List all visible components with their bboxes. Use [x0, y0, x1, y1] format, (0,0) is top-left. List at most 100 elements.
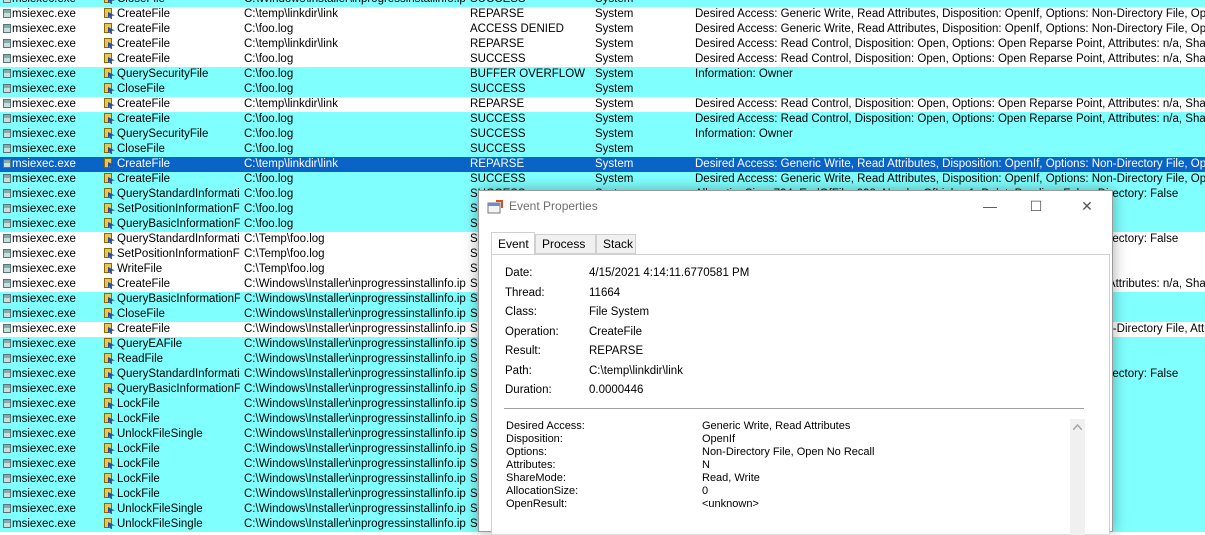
process-name-cell: msiexec.exe — [3, 0, 98, 7]
process-name-cell: msiexec.exe — [3, 67, 98, 82]
process-icon — [3, 384, 11, 393]
process-name: msiexec.exe — [12, 308, 76, 320]
path-cell: C:\Windows\Installer\inprogressinstallin… — [244, 503, 466, 515]
result-cell: REPARSE — [470, 158, 525, 170]
path-cell: C:\foo.log — [244, 53, 294, 65]
operation-name: CloseFile — [117, 308, 165, 320]
detail-cell: Desired Access: Read Control, Dispositio… — [695, 113, 1205, 125]
maximize-button[interactable]: ☐ — [1013, 191, 1059, 221]
detail-cell: Desired Access: Read Control, Dispositio… — [695, 53, 1205, 65]
path-cell: C:\Temp\foo.log — [244, 263, 325, 275]
minimize-button[interactable]: — — [967, 191, 1013, 221]
table-row[interactable]: msiexec.exe CreateFile C:\temp\linkdir\lin… — [0, 7, 1205, 22]
table-row[interactable]: msiexec.exe CreateFile C:\foo.log SUCCESS Sy… — [0, 172, 1205, 187]
process-name-cell: msiexec.exe — [3, 277, 98, 292]
process-name-cell: msiexec.exe — [3, 322, 98, 337]
process-name: msiexec.exe — [12, 383, 76, 395]
operation-name: QueryStandardInformatio... — [117, 188, 240, 200]
operation-cell: QuerySecurityFile — [103, 127, 240, 142]
file-operation-icon — [103, 487, 116, 499]
process-icon — [3, 129, 11, 138]
process-icon — [3, 489, 11, 498]
process-name-cell: msiexec.exe — [3, 142, 98, 157]
operation-cell: CloseFile — [103, 82, 240, 97]
minimize-icon: — — [983, 198, 997, 214]
detail-label: AllocationSize: — [506, 485, 579, 497]
process-name-cell: msiexec.exe — [3, 307, 98, 322]
result-cell: SUCCESS — [470, 83, 526, 95]
operation-name: QuerySecurityFile — [117, 128, 209, 140]
file-operation-icon — [103, 262, 116, 274]
file-operation-icon — [103, 202, 116, 214]
process-icon — [3, 324, 11, 333]
table-row[interactable]: msiexec.exe CreateFile C:\temp\linkdir\lin… — [0, 37, 1205, 52]
detail-cell: Desired Access: Read Control, Dispositio… — [695, 98, 1205, 110]
title-bar[interactable]: Event Properties — ☐ ✕ — [479, 191, 1112, 223]
tab-event[interactable]: Event — [491, 232, 535, 254]
operation-cell: LockFile — [103, 412, 240, 427]
path-cell: C:\Temp\foo.log — [244, 233, 325, 245]
operation-name: CreateFile — [117, 173, 171, 185]
table-row[interactable]: msiexec.exe CloseFile C:\foo.log SUCCESS Sys… — [0, 82, 1205, 97]
file-operation-icon — [103, 172, 116, 184]
detail-label: Options: — [506, 446, 547, 458]
table-row[interactable]: msiexec.exe CreateFile C:\foo.log SUCCESS Sy… — [0, 112, 1205, 127]
process-icon — [3, 264, 11, 273]
process-name-cell: msiexec.exe — [3, 412, 98, 427]
file-operation-icon — [103, 502, 116, 514]
process-name-cell: msiexec.exe — [3, 52, 98, 67]
process-name-cell: msiexec.exe — [3, 82, 98, 97]
path-value: C:\temp\linkdir\link — [589, 365, 683, 377]
operation-cell: CreateFile — [103, 52, 240, 67]
process-name: msiexec.exe — [12, 53, 76, 65]
operation-cell: CreateFile — [103, 172, 240, 187]
table-row[interactable]: msiexec.exe QuerySecurityFile C:\foo.log SU… — [0, 127, 1205, 142]
process-name-cell: msiexec.exe — [3, 397, 98, 412]
operation-name: SetPositionInformationFile — [117, 248, 240, 260]
table-row[interactable]: msiexec.exe CreateFile C:\foo.log SUCCESS Sy… — [0, 52, 1205, 67]
tab-stack[interactable]: Stack — [596, 234, 636, 254]
table-row[interactable]: msiexec.exe QuerySecurityFile C:\foo.log BU… — [0, 67, 1205, 82]
process-name-cell: msiexec.exe — [3, 502, 98, 517]
process-icon — [3, 309, 11, 318]
process-name-cell: msiexec.exe — [3, 112, 98, 127]
close-button[interactable]: ✕ — [1064, 191, 1110, 221]
file-operation-icon — [103, 0, 116, 4]
file-operation-icon — [103, 127, 116, 139]
operation-cell: CloseFile — [103, 0, 240, 7]
details-scrollbar[interactable] — [1070, 419, 1085, 535]
process-name: msiexec.exe — [12, 113, 76, 125]
operation-cell: LockFile — [103, 472, 240, 487]
operation-name: LockFile — [117, 413, 160, 425]
process-icon — [3, 444, 11, 453]
table-row[interactable]: msiexec.exe CreateFile C:\temp\linkdir\lin… — [0, 97, 1205, 112]
detail-cell: Desired Access: Read Control, Dispositio… — [695, 38, 1205, 50]
result-cell: REPARSE — [470, 38, 525, 50]
process-icon — [3, 474, 11, 483]
event-class-cell: System — [595, 83, 634, 95]
tab-process[interactable]: Process — [535, 234, 596, 254]
scroll-up-icon[interactable] — [1073, 424, 1082, 430]
event-details-list[interactable]: Desired Access: Generic Write, Read Attri… — [506, 420, 1066, 535]
operation-cell: LockFile — [103, 487, 240, 502]
result-cell: SUCCESS — [470, 113, 526, 125]
table-row[interactable]: msiexec.exe CreateFile C:\temp\linkdir\lin… — [0, 157, 1205, 172]
path-cell: C:\Windows\Installer\inprogressinstallin… — [244, 473, 466, 485]
process-icon — [3, 9, 11, 18]
maximize-icon: ☐ — [1029, 198, 1043, 214]
path-cell: C:\foo.log — [244, 68, 294, 80]
event-tab-page: Date: 4/15/2021 4:14:11.6770581 PM Threa… — [491, 254, 1110, 535]
file-operation-icon — [103, 37, 116, 49]
close-icon: ✕ — [1081, 198, 1093, 214]
result-cell: BUFFER OVERFLOW — [470, 68, 586, 80]
table-row[interactable]: msiexec.exe CloseFile C:\Windows\Installer… — [0, 0, 1205, 7]
table-row[interactable]: msiexec.exe CreateFile C:\foo.log ACCESS DE… — [0, 22, 1205, 37]
operation-name: CreateFile — [117, 323, 171, 335]
file-operation-icon — [103, 97, 116, 109]
process-icon — [3, 234, 11, 243]
file-operation-icon — [103, 337, 116, 349]
process-name: msiexec.exe — [12, 338, 76, 350]
table-row[interactable]: msiexec.exe CloseFile C:\foo.log SUCCESS Sys… — [0, 142, 1205, 157]
operation-cell: ReadFile — [103, 352, 240, 367]
path-cell: C:\foo.log — [244, 113, 294, 125]
